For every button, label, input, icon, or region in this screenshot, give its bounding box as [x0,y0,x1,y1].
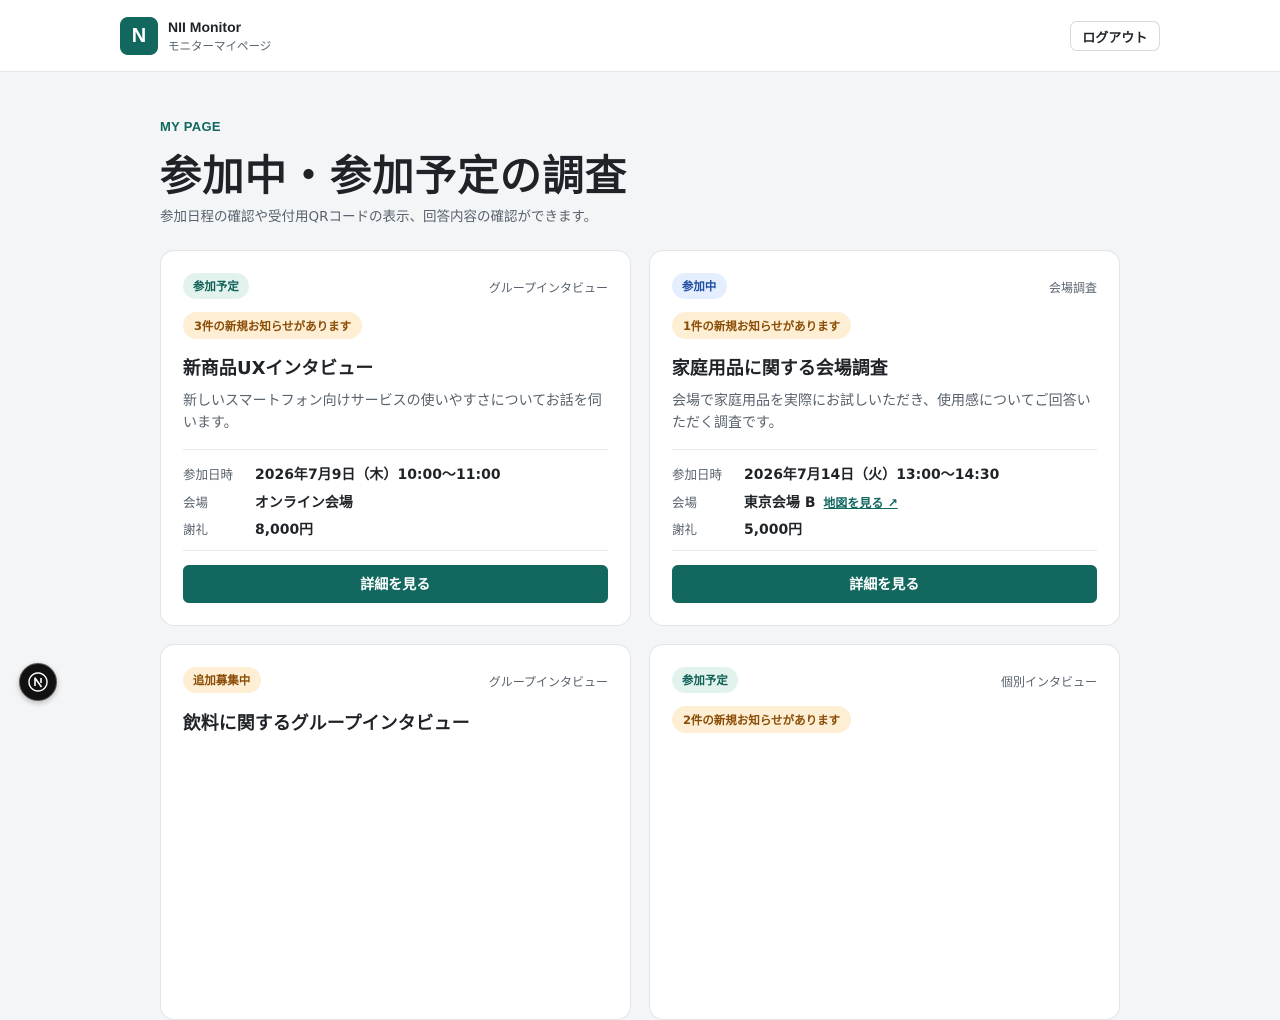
venue-label: 会場 [672,495,698,510]
survey-title: 新商品UXインタビュー [183,358,374,379]
survey-description: 新しいスマートフォン向けサービスの使いやすさについてお話を伺います。 [183,393,602,431]
status-badge: 参加中 [672,273,727,299]
survey-title: 家庭用品に関する会場調査 [672,358,888,379]
logo-icon[interactable]: N [120,17,158,55]
survey-type: 個別インタビュー [1000,675,1097,689]
survey-card: 追加募集中 グループインタビュー 飲料に関するグループインタビュー [160,644,631,1020]
divider [183,449,608,450]
divider [672,550,1097,551]
logout-button[interactable]: ログアウト [1070,21,1160,51]
date-value: 2026年7月9日（木）10:00〜11:00 [255,467,501,483]
map-link[interactable]: 地図を見る ↗ [824,496,898,510]
survey-title: 飲料に関するグループインタビュー [183,713,470,734]
n-logo-icon [28,672,48,692]
page-title: 参加中・参加予定の調査 [160,151,628,200]
date-value: 2026年7月14日（火）13:00〜14:30 [744,467,1000,483]
detail-button[interactable]: 詳細を見る [672,565,1097,603]
nextjs-n-icon[interactable] [19,663,57,701]
divider [672,449,1097,450]
venue-row: 東京会場 B 地図を見る ↗ [744,492,898,512]
date-label: 参加日時 [183,467,234,482]
reward-value: 5,000円 [744,522,803,538]
survey-type: グループインタビュー [488,675,608,689]
venue-label: 会場 [183,495,209,510]
reward-value: 8,000円 [255,522,314,538]
status-badge: 参加予定 [183,273,249,299]
status-badge: 追加募集中 [183,667,261,693]
page-description: 参加日程の確認や受付用QRコードの表示、回答内容の確認ができます。 [160,209,598,225]
brand-name: NII Monitor [168,19,242,35]
brand-subtitle: モニターマイページ [168,39,272,53]
survey-card: 参加中 会場調査 1件の新規お知らせがあります 家庭用品に関する会場調査 会場で… [649,250,1120,626]
divider [183,550,608,551]
notice-badge[interactable]: 1件の新規お知らせがあります [672,312,852,339]
venue-value: オンライン会場 [255,495,353,511]
reward-label: 謝礼 [183,522,209,537]
notice-badge[interactable]: 3件の新規お知らせがあります [183,312,363,339]
venue-value: 東京会場 B [744,495,816,511]
survey-type: グループインタビュー [488,281,608,295]
top-header: N NII Monitor モニターマイページ ログアウト [0,0,1280,72]
survey-card: 参加予定 グループインタビュー 3件の新規お知らせがあります 新商品UXインタビ… [160,250,631,626]
detail-button[interactable]: 詳細を見る [183,565,608,603]
page-eyebrow: MY PAGE [160,119,221,134]
date-label: 参加日時 [672,467,723,482]
status-badge: 参加予定 [672,667,738,693]
reward-label: 謝礼 [672,522,698,537]
survey-description: 会場で家庭用品を実際にお試しいただき、使用感についてご回答いただく調査です。 [672,393,1091,431]
survey-type: 会場調査 [1048,281,1097,295]
survey-card: 参加予定 個別インタビュー 2件の新規お知らせがあります [649,644,1120,1020]
